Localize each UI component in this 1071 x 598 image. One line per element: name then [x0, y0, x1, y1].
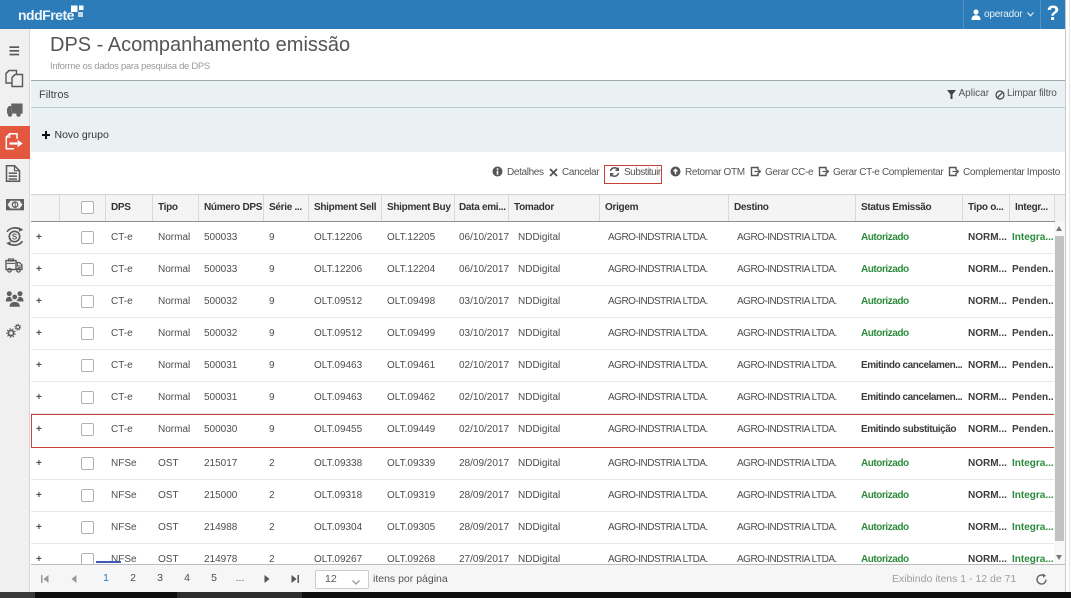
svg-text:S: S [12, 232, 18, 241]
svg-text:1: 1 [13, 202, 17, 209]
